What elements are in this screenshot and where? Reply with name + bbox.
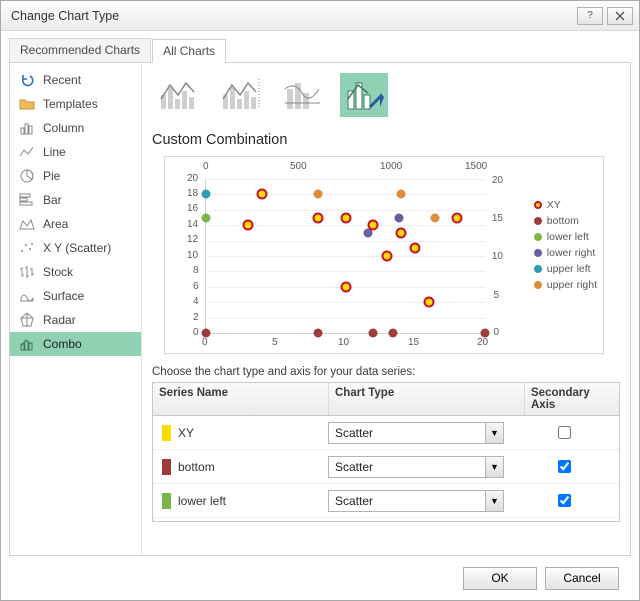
chart-type-dropdown[interactable]: Scatter▼ <box>328 422 504 444</box>
chevron-down-icon: ▼ <box>485 491 503 511</box>
sidebar-item-stock[interactable]: Stock <box>10 260 141 284</box>
surface-chart-icon <box>19 288 35 304</box>
series-row: XY Scatter▼ <box>153 416 619 450</box>
sidebar-item-area[interactable]: Area <box>10 212 141 236</box>
header-chart-type: Chart Type <box>329 383 525 415</box>
header-secondary-axis: Secondary Axis <box>525 383 611 415</box>
tab-all-charts[interactable]: All Charts <box>152 39 226 63</box>
section-title: Custom Combination <box>152 127 620 156</box>
series-table: Series Name Chart Type Secondary Axis XY… <box>152 382 620 522</box>
tab-strip: Recommended Charts All Charts <box>9 37 631 63</box>
radar-chart-icon <box>19 312 35 328</box>
ok-button[interactable]: OK <box>463 567 537 590</box>
chevron-down-icon: ▼ <box>485 457 503 477</box>
series-row: lower left Scatter▼ <box>153 484 619 518</box>
sidebar-item-recent[interactable]: Recent <box>10 68 141 92</box>
title-bar: Change Chart Type ? <box>1 1 639 31</box>
close-button[interactable] <box>607 7 633 25</box>
header-series-name: Series Name <box>153 383 329 415</box>
chart-type-dropdown[interactable]: Scatter▼ <box>328 490 504 512</box>
combo-subtype-2[interactable] <box>216 73 264 117</box>
series-color-swatch <box>162 425 171 441</box>
help-button[interactable]: ? <box>577 7 603 25</box>
sec-y-tick: 20 <box>492 175 503 186</box>
sec-x-tick: 0 <box>203 161 209 172</box>
series-name-label: XY <box>178 426 328 440</box>
secondary-axis-checkbox[interactable] <box>558 494 571 507</box>
combo-subtype-1[interactable] <box>154 73 202 117</box>
secondary-axis-checkbox[interactable] <box>558 426 571 439</box>
sec-x-tick: 1000 <box>380 161 402 172</box>
sidebar-item-line[interactable]: Line <box>10 140 141 164</box>
undo-icon <box>19 72 35 88</box>
sec-x-tick: 1500 <box>465 161 487 172</box>
line-chart-icon <box>19 144 35 160</box>
pie-chart-icon <box>19 168 35 184</box>
sidebar-item-bar[interactable]: Bar <box>10 188 141 212</box>
sidebar-item-pie[interactable]: Pie <box>10 164 141 188</box>
chart-category-sidebar: Recent Templates Column Line Pie Bar Are… <box>10 63 142 555</box>
series-name-label: lower left <box>178 494 328 508</box>
chart-preview: 0 500 1000 1500 20 15 10 5 0 <box>164 156 604 354</box>
dialog-footer: OK Cancel <box>9 556 631 600</box>
sidebar-item-column[interactable]: Column <box>10 116 141 140</box>
sec-x-tick: 500 <box>290 161 307 172</box>
series-row: bottom Scatter▼ <box>153 450 619 484</box>
sidebar-item-surface[interactable]: Surface <box>10 284 141 308</box>
area-chart-icon <box>19 216 35 232</box>
column-chart-icon <box>19 120 35 136</box>
sidebar-item-templates[interactable]: Templates <box>10 92 141 116</box>
combo-subtype-3[interactable] <box>278 73 326 117</box>
series-body[interactable]: XY Scatter▼ bottom Scatter▼ lowe <box>153 416 619 521</box>
series-color-swatch <box>162 493 171 509</box>
instruction-text: Choose the chart type and axis for your … <box>152 366 620 378</box>
bar-chart-icon <box>19 192 35 208</box>
secondary-axis-checkbox[interactable] <box>558 460 571 473</box>
sec-y-tick: 0 <box>493 327 499 338</box>
change-chart-type-dialog: Change Chart Type ? Recommended Charts A… <box>0 0 640 601</box>
sidebar-item-scatter[interactable]: X Y (Scatter) <box>10 236 141 260</box>
sec-y-tick: 5 <box>493 290 499 301</box>
sidebar-item-radar[interactable]: Radar <box>10 308 141 332</box>
chevron-down-icon: ▼ <box>485 423 503 443</box>
chart-type-dropdown[interactable]: Scatter▼ <box>328 456 504 478</box>
series-color-swatch <box>162 459 171 475</box>
scatter-chart-icon <box>19 240 35 256</box>
chart-legend: XY bottom lower left lower right upper l… <box>534 195 597 295</box>
folder-icon <box>19 96 35 112</box>
dialog-title: Change Chart Type <box>11 9 119 23</box>
combo-subtype-custom[interactable] <box>340 73 388 117</box>
plot-area <box>205 179 485 334</box>
cancel-button[interactable]: Cancel <box>545 567 619 590</box>
combo-chart-icon <box>19 336 35 352</box>
series-row <box>153 518 619 521</box>
stock-chart-icon <box>19 264 35 280</box>
combo-subtype-row <box>152 69 620 127</box>
sec-y-tick: 15 <box>492 213 503 224</box>
sidebar-item-combo[interactable]: Combo <box>10 332 141 356</box>
series-name-label: bottom <box>178 460 328 474</box>
sec-y-tick: 10 <box>492 251 503 262</box>
tab-recommended-charts[interactable]: Recommended Charts <box>9 38 151 62</box>
